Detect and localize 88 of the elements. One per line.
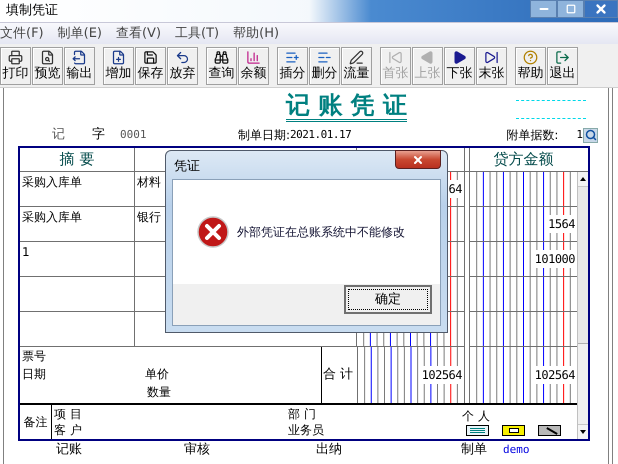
toolbar-button[interactable]: 放弃 bbox=[167, 46, 198, 84]
last-icon bbox=[484, 50, 499, 64]
ok-button[interactable]: 确定 bbox=[344, 285, 432, 314]
signature-label: 出纳 bbox=[316, 441, 342, 460]
total-credit: 102564 bbox=[534, 366, 575, 384]
toolbar-button[interactable]: 下张 bbox=[444, 46, 475, 84]
preview-icon bbox=[40, 50, 55, 64]
credit-amount: 101000 bbox=[534, 250, 575, 268]
scrollbar[interactable] bbox=[577, 172, 588, 439]
person-label: 个 人 bbox=[462, 408, 490, 424]
maximize-icon bbox=[566, 4, 576, 14]
scroll-down-icon[interactable] bbox=[578, 424, 588, 439]
attachments-count: 1 bbox=[576, 126, 583, 143]
signature-label: 记账 bbox=[56, 441, 82, 460]
debit-amount: 64 bbox=[448, 180, 462, 198]
window-title: 填制凭证 bbox=[6, 2, 58, 20]
bar-chart-icon bbox=[246, 50, 261, 64]
menu-item[interactable]: 帮助(H) bbox=[233, 24, 280, 44]
export-icon bbox=[72, 50, 87, 64]
total-debit: 102564 bbox=[422, 366, 462, 384]
department-label: 部 门 bbox=[288, 406, 316, 422]
column-header: 摘 要 bbox=[20, 148, 135, 171]
exit-icon bbox=[555, 50, 570, 64]
credit-amount: 1564 bbox=[548, 215, 575, 233]
menu-item[interactable]: 文件(F) bbox=[0, 24, 44, 44]
toolbar-button[interactable]: 保存 bbox=[135, 46, 166, 84]
add-document-icon bbox=[111, 50, 126, 64]
ticket-label: 票号 bbox=[22, 348, 46, 365]
voucher-type: 记 bbox=[52, 126, 66, 144]
toolbar-button[interactable]: 增加 bbox=[103, 46, 134, 84]
price-label: 单价 bbox=[145, 366, 169, 383]
save-icon bbox=[143, 50, 158, 64]
binoculars-icon bbox=[214, 50, 229, 64]
customer-label: 客 户 bbox=[54, 422, 82, 438]
close-icon bbox=[594, 2, 608, 16]
total-label: 合 计 bbox=[323, 366, 354, 384]
attachments-label: 附单据数: bbox=[506, 127, 558, 144]
menu-item[interactable]: 工具(T) bbox=[175, 24, 220, 44]
salesperson-label: 业务员 bbox=[288, 422, 324, 438]
project-label: 项 目 bbox=[54, 406, 82, 422]
toolbar-button[interactable]: 余额 bbox=[238, 46, 269, 84]
table-cell: 采购入库单 bbox=[20, 172, 135, 207]
voucher-word-label: 字 bbox=[92, 126, 106, 144]
toolbar-button[interactable]: 末张 bbox=[476, 46, 507, 84]
card-icon[interactable] bbox=[502, 425, 525, 436]
table-cell: 1 bbox=[20, 242, 135, 277]
scroll-up-icon[interactable] bbox=[578, 172, 588, 187]
undo-icon bbox=[175, 50, 190, 64]
printer-icon bbox=[8, 50, 23, 64]
wand-icon[interactable] bbox=[538, 425, 561, 436]
menu-item[interactable]: 查看(V) bbox=[116, 24, 162, 44]
notes-label: 备注 bbox=[24, 414, 48, 431]
menu-item[interactable]: 制单(E) bbox=[58, 24, 102, 44]
toolbar-button[interactable]: 查询 bbox=[206, 46, 237, 84]
pen-icon bbox=[349, 50, 364, 64]
toolbar-button[interactable]: 预览 bbox=[32, 46, 63, 84]
toolbar-button[interactable]: 帮助 bbox=[515, 46, 546, 84]
date-field-label: 日期 bbox=[22, 366, 47, 383]
quantity-label: 数量 bbox=[147, 384, 171, 401]
first-icon bbox=[388, 50, 403, 64]
minimize-button[interactable] bbox=[530, 0, 557, 18]
voucher-number: 0001 bbox=[120, 126, 148, 143]
toolbar-button[interactable]: 输出 bbox=[64, 46, 95, 84]
previous-icon bbox=[420, 50, 435, 64]
help-icon bbox=[523, 50, 538, 64]
signature-label: 审核 bbox=[184, 441, 210, 460]
maximize-button[interactable] bbox=[557, 0, 584, 18]
delete-row-icon bbox=[317, 50, 332, 64]
close-icon bbox=[412, 154, 424, 166]
table-cell: 采购入库单 bbox=[20, 207, 135, 242]
toolbar-button[interactable]: 打印 bbox=[0, 46, 31, 84]
date-label: 制单日期: bbox=[238, 127, 290, 144]
voucher-date: 2021.01.17 bbox=[290, 126, 352, 143]
column-header: 贷方金额 bbox=[492, 149, 554, 170]
close-button[interactable] bbox=[584, 0, 618, 18]
insert-row-icon bbox=[285, 50, 300, 64]
toolbar-button[interactable]: 插分 bbox=[277, 46, 308, 84]
toolbar-button[interactable]: 流量 bbox=[341, 46, 372, 84]
error-icon bbox=[197, 216, 229, 248]
signature-label: 制单 bbox=[461, 441, 487, 460]
search-icon[interactable] bbox=[583, 128, 598, 142]
signature-value: demo bbox=[503, 442, 530, 458]
toolbar-button[interactable]: 退出 bbox=[547, 46, 578, 84]
next-icon bbox=[452, 50, 467, 64]
toolbar-button[interactable]: 删分 bbox=[309, 46, 340, 84]
dialog-close-button[interactable] bbox=[395, 150, 441, 169]
voucher-title: 记 账 凭 证 bbox=[286, 90, 408, 122]
list-icon[interactable] bbox=[466, 425, 489, 436]
